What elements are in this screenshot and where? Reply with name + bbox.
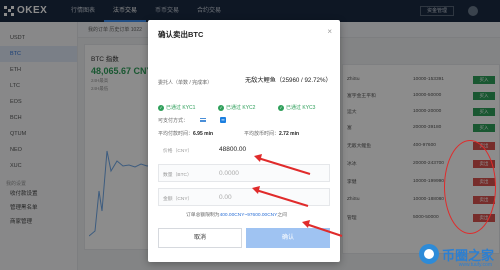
merchant-label: 委托人（单数 / 完成率）	[158, 80, 213, 86]
pay-methods-label: 可支付方式：	[158, 118, 189, 124]
merchant-value: 无敌大鲤鱼（25960 / 92.72%）	[245, 77, 332, 84]
amount-label: 金额（CNY）	[163, 197, 193, 202]
quantity-label: 数量（BTC）	[163, 173, 192, 178]
check-icon: ✓	[278, 104, 284, 111]
watermark: 币圈之家	[418, 244, 494, 264]
kyc1-badge: ✓ 已通过 KYC1	[158, 104, 196, 111]
annotation-arrow-icon	[252, 186, 309, 207]
check-icon: ✓	[158, 104, 164, 111]
price-value: 48800.00	[219, 146, 247, 153]
alipay-icon	[220, 117, 226, 123]
check-icon: ✓	[218, 104, 224, 111]
watermark-text: 币圈之家	[441, 247, 494, 263]
order-limit-note: 订单总额限制为400.00CNY~97600.00CNY之间	[186, 213, 287, 218]
annotation-arrow-icon	[254, 154, 311, 175]
close-icon[interactable]: ×	[327, 27, 332, 36]
watermark-url: www.tuufy.com	[458, 262, 492, 268]
annotation-arrow-icon	[302, 220, 343, 237]
quantity-input[interactable]: 0.0000	[219, 170, 239, 177]
kyc3-badge: ✓ 已通过 KYC3	[278, 104, 316, 111]
cancel-button[interactable]: 取消	[158, 228, 242, 248]
price-label: 价格（CNY）	[163, 149, 193, 154]
avg-release-time: 平均放币时间：2.72 min	[244, 131, 300, 137]
avg-pay-time: 平均付款时间：6.95 min	[158, 131, 214, 137]
dialog-title: 确认卖出BTC	[158, 30, 204, 39]
annotation-ellipse	[444, 140, 496, 234]
kyc2-badge: ✓ 已通过 KYC2	[218, 104, 256, 111]
bank-card-icon	[200, 118, 206, 122]
amount-input[interactable]: 0.00	[219, 194, 232, 201]
watermark-logo-icon	[418, 244, 439, 264]
